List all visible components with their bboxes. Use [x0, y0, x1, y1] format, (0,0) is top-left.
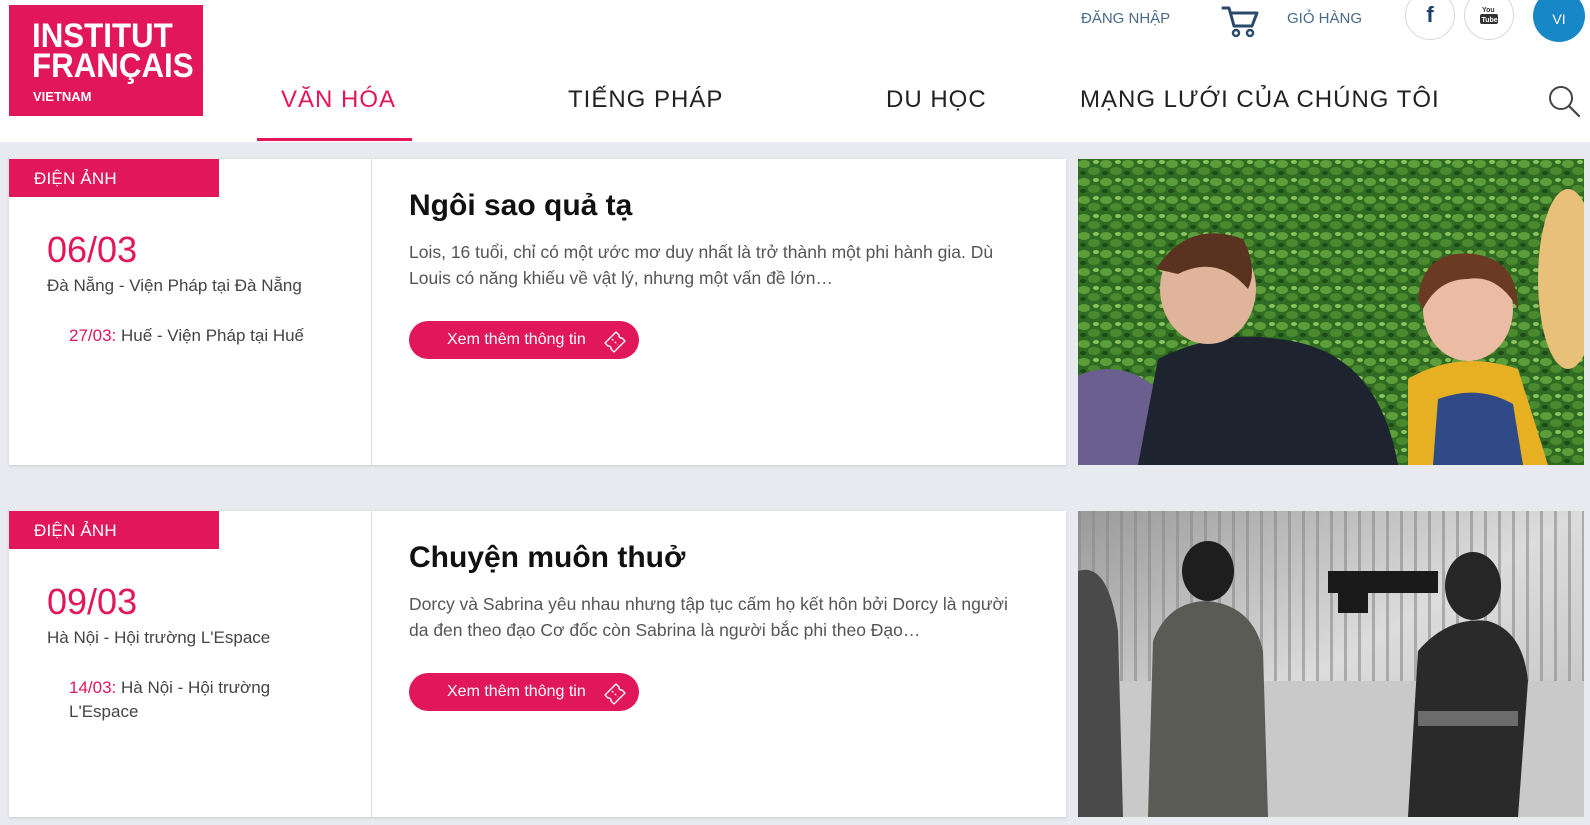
site-header: INSTITUT FRANÇAIS VIETNAM ĐĂNG NHẬP GIỎ … [0, 0, 1590, 142]
event-place: Đà Nẵng - Viện Pháp tại Đà Nẵng [47, 276, 302, 295]
other-showing-place: Huế - Viện Pháp tại Huế [116, 326, 305, 345]
login-link[interactable]: ĐĂNG NHẬP [1081, 10, 1170, 27]
event-photo-ivy-wall [1078, 159, 1584, 465]
event-image[interactable] [1078, 511, 1584, 817]
more-info-button[interactable]: Xem thêm thông tin [409, 321, 639, 359]
language-label: VI [1552, 11, 1566, 27]
ticket-icon [604, 683, 626, 705]
event-description: Dorcy và Sabrina yêu nhau nhưng tập tục … [409, 594, 1008, 640]
event-title[interactable]: Ngôi sao quả tạ [409, 189, 632, 223]
youtube-glyph-icon: You Tube [1480, 7, 1498, 24]
event-card: ĐIỆN ẢNH 06/03 Đà Nẵng - Viện Pháp tại Đ… [9, 159, 1066, 465]
facebook-icon[interactable]: f [1405, 0, 1455, 40]
ticket-icon [604, 331, 626, 353]
more-info-label: Xem thêm thông tin [447, 683, 586, 700]
event-date: 09/03 [47, 581, 138, 622]
nav-item-du-hoc[interactable]: DU HỌC [886, 86, 987, 114]
logo-line-3: VIETNAM [33, 89, 92, 104]
svg-text:You: You [1482, 7, 1495, 14]
event-card: ĐIỆN ẢNH 09/03 Hà Nội - Hội trường L'Esp… [9, 511, 1066, 817]
category-tag[interactable]: ĐIỆN ẢNH [9, 511, 219, 549]
active-nav-underline [257, 138, 412, 141]
card-divider [371, 159, 372, 465]
event-photo-bridge-camera [1078, 511, 1584, 817]
event-place: Hà Nội - Hội trường L'Espace [47, 628, 271, 647]
facebook-glyph: f [1426, 2, 1434, 27]
event-date: 06/03 [47, 229, 138, 270]
other-showing-date: 14/03: [69, 678, 117, 697]
cart-icon[interactable] [1221, 3, 1261, 39]
language-selector[interactable]: VI [1533, 0, 1585, 42]
event-image[interactable] [1078, 159, 1584, 465]
event-title[interactable]: Chuyện muôn thuở [409, 541, 685, 575]
nav-item-tieng-phap[interactable]: TIẾNG PHÁP [568, 86, 723, 114]
other-showing-date: 27/03: [69, 326, 117, 345]
card-divider [371, 511, 372, 817]
logo-line-2: FRANÇAIS [32, 47, 194, 85]
nav-item-mang-luoi[interactable]: MẠNG LƯỚI CỦA CHÚNG TÔI [1080, 86, 1440, 114]
more-info-label: Xem thêm thông tin [447, 331, 586, 348]
nav-item-van-hoa[interactable]: VĂN HÓA [281, 86, 396, 114]
category-tag[interactable]: ĐIỆN ẢNH [9, 159, 219, 197]
other-showing: 27/03: Huế - Viện Pháp tại Huế [69, 324, 329, 348]
cart-link[interactable]: GIỎ HÀNG [1287, 10, 1362, 27]
institut-francais-logo[interactable]: INSTITUT FRANÇAIS VIETNAM [9, 5, 203, 116]
other-showing: 14/03: Hà Nội - Hội trường L'Espace [69, 676, 329, 724]
more-info-button[interactable]: Xem thêm thông tin [409, 673, 639, 711]
search-icon[interactable] [1546, 84, 1582, 118]
youtube-icon[interactable]: You Tube [1464, 0, 1514, 40]
svg-text:Tube: Tube [1482, 17, 1498, 24]
event-description: Lois, 16 tuổi, chỉ có một ước mơ duy nhấ… [409, 242, 994, 288]
